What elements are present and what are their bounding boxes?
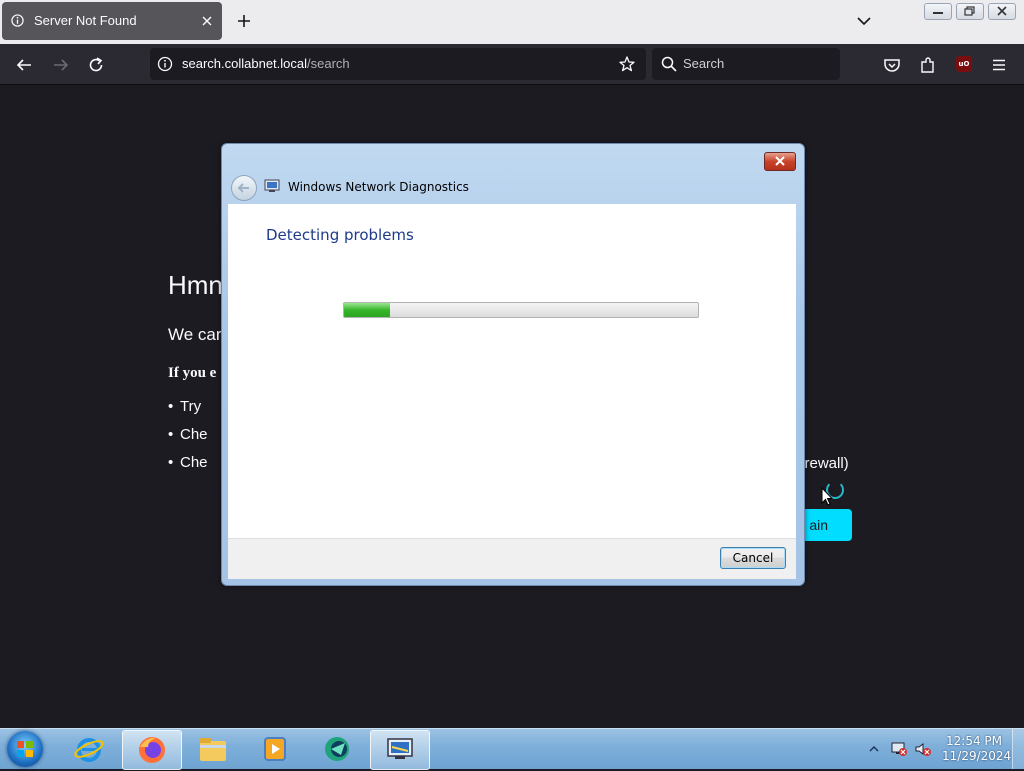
start-button[interactable] <box>7 731 43 767</box>
dialog-footer: Cancel <box>228 538 796 579</box>
pocket-icon[interactable] <box>883 56 901 74</box>
url-text[interactable]: search.collabnet.local/search <box>182 56 350 71</box>
network-diagnostics-dialog: Windows Network Diagnostics Detecting pr… <box>221 143 805 586</box>
url-bar[interactable]: search.collabnet.local/search <box>150 48 646 80</box>
progress-bar <box>343 302 699 318</box>
extensions-icon[interactable] <box>919 56 937 74</box>
reload-icon[interactable] <box>87 56 105 74</box>
search-icon <box>661 56 677 72</box>
tab-strip: Server Not Found <box>0 0 1024 44</box>
dialog-close-button[interactable] <box>764 152 796 171</box>
internet-explorer-icon <box>74 738 104 762</box>
url-path: /search <box>307 56 350 71</box>
close-tab-icon[interactable] <box>200 14 214 28</box>
mouse-cursor-icon <box>821 487 833 506</box>
error-title: Hmn <box>168 270 223 300</box>
network-diagnostics-icon <box>264 179 280 192</box>
progress-fill <box>344 303 391 317</box>
network-diagnostics-taskbar-icon <box>387 738 413 759</box>
info-icon <box>11 14 24 27</box>
back-icon[interactable] <box>15 56 33 74</box>
close-icon <box>775 156 785 166</box>
show-hidden-icons-icon[interactable] <box>869 744 879 754</box>
try-again-label: ain <box>809 517 828 533</box>
dialog-title: Windows Network Diagnostics <box>288 180 469 194</box>
ublock-origin-icon[interactable]: uO <box>956 56 972 72</box>
show-desktop-button[interactable] <box>1012 729 1024 769</box>
taskbar-firefox[interactable] <box>122 730 182 770</box>
tab-server-not-found[interactable]: Server Not Found <box>2 2 222 40</box>
error-suggestions: Try Che Che <box>168 398 208 482</box>
search-placeholder: Search <box>683 56 725 71</box>
dialog-back-button[interactable] <box>231 175 257 201</box>
suggestion-item: Che <box>168 426 208 454</box>
taskbar-media-player[interactable] <box>246 730 304 768</box>
taskbar-app[interactable] <box>308 730 366 768</box>
try-again-button[interactable]: ain <box>800 509 852 541</box>
site-info-icon[interactable] <box>157 56 173 72</box>
app-icon <box>325 737 349 761</box>
error-lead: If you e <box>168 365 217 381</box>
window-controls <box>924 3 1016 20</box>
dialog-heading: Detecting problems <box>266 226 414 244</box>
bookmark-star-icon[interactable] <box>618 55 636 73</box>
taskbar-clock[interactable]: 12:54 PM 11/29/2024 <box>942 734 1012 764</box>
clock-date: 11/29/2024 <box>942 749 1012 763</box>
forward-icon[interactable] <box>52 56 70 74</box>
tab-title: Server Not Found <box>34 13 137 28</box>
folder-icon <box>200 738 226 761</box>
taskbar-internet-explorer[interactable] <box>60 730 118 768</box>
clock-time: 12:54 PM <box>946 734 1002 748</box>
url-host: search.collabnet.local <box>182 56 308 71</box>
new-tab-icon[interactable] <box>236 13 252 29</box>
volume-muted-icon[interactable] <box>914 741 932 757</box>
restore-button[interactable] <box>956 3 984 20</box>
taskbar: 12:54 PM 11/29/2024 <box>0 728 1024 770</box>
suggestion-item: Try <box>168 398 208 426</box>
navigation-toolbar: search.collabnet.local/search Search <box>0 44 1024 85</box>
minimize-button[interactable] <box>924 3 952 20</box>
dialog-content: Detecting problems <box>228 204 796 538</box>
close-window-button[interactable] <box>988 3 1016 20</box>
back-arrow-icon <box>237 183 249 193</box>
taskbar-file-explorer[interactable] <box>184 730 242 768</box>
windows-logo-icon <box>17 741 33 757</box>
media-player-icon <box>264 737 286 761</box>
firefox-icon <box>139 737 165 763</box>
suggestion-item: Che <box>168 454 208 482</box>
cancel-button[interactable]: Cancel <box>720 547 786 569</box>
taskbar-network-diagnostics[interactable] <box>370 730 430 770</box>
menu-icon[interactable] <box>990 56 1008 74</box>
search-bar[interactable]: Search <box>652 48 840 80</box>
error-subtitle: We car <box>168 325 222 344</box>
chevron-down-icon[interactable] <box>856 14 872 28</box>
network-disconnected-icon[interactable] <box>890 741 908 757</box>
